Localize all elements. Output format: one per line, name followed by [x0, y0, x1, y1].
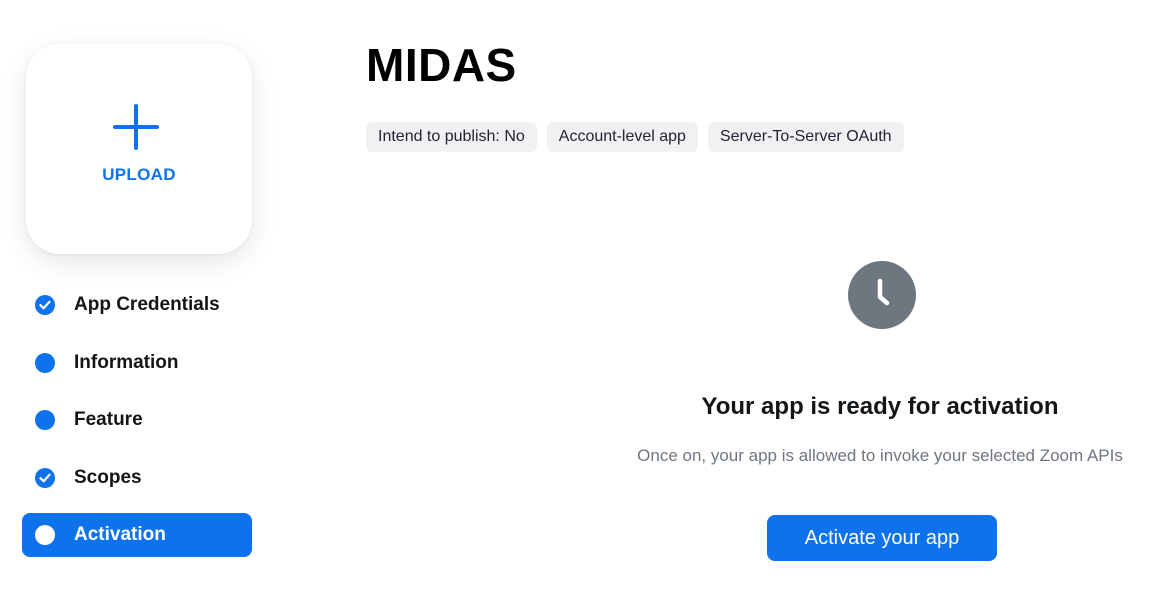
sidebar-nav: App Credentials Information Feature Scop… — [22, 283, 252, 571]
dot-icon — [35, 410, 55, 430]
sidebar-item-label: Activation — [74, 524, 166, 545]
activate-app-button[interactable]: Activate your app — [767, 515, 997, 561]
badge-auth-type: Server-To-Server OAuth — [707, 122, 904, 152]
sidebar-item-app-credentials[interactable]: App Credentials — [22, 283, 252, 327]
app-page: UPLOAD App Credentials Information Featu… — [0, 0, 1167, 590]
app-badges: Intend to publish: No Account-level app … — [366, 122, 904, 152]
plus-icon[interactable] — [113, 104, 159, 150]
sidebar-item-label: Scopes — [74, 466, 142, 488]
badge-app-level: Account-level app — [546, 122, 698, 152]
activation-description: Once on, your app is allowed to invoke y… — [637, 446, 1123, 465]
dot-icon — [35, 352, 55, 373]
check-circle-icon — [35, 467, 55, 488]
page-title: MIDAS — [366, 39, 517, 91]
check-circle-icon — [35, 295, 55, 315]
dot-icon — [35, 525, 55, 545]
sidebar-item-activation[interactable]: Activation — [22, 513, 252, 557]
clock-icon — [848, 261, 916, 329]
sidebar-item-information[interactable]: Information — [22, 341, 252, 385]
sidebar-item-label: Feature — [74, 409, 143, 430]
sidebar-item-label: Information — [74, 351, 179, 373]
upload-label[interactable]: UPLOAD — [26, 165, 252, 185]
activation-heading: Your app is ready for activation — [701, 393, 1059, 420]
badge-publish: Intend to publish: No — [366, 122, 537, 152]
sidebar-item-feature[interactable]: Feature — [22, 398, 252, 442]
sidebar-item-scopes[interactable]: Scopes — [22, 456, 252, 500]
sidebar-item-label: App Credentials — [74, 294, 220, 315]
